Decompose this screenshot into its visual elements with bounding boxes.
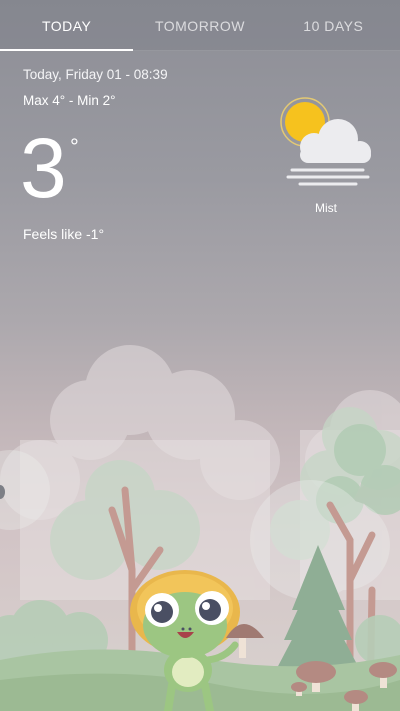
degree-symbol: ° [70, 134, 79, 159]
tab-tomorrow[interactable]: TOMORROW [133, 0, 266, 50]
current-date-time: Today, Friday 01 - 08:39 [23, 67, 168, 82]
current-temperature: 3 [20, 121, 67, 215]
tab-10-days[interactable]: 10 DAYS [267, 0, 400, 50]
feels-like-temperature: Feels like -1° [23, 226, 105, 242]
tab-today[interactable]: TODAY [0, 0, 134, 51]
forest-frog-illustration [0, 345, 400, 711]
forecast-tabs: TODAY TOMORROW 10 DAYS [0, 0, 400, 51]
sun-cloud-mist-icon [280, 97, 371, 186]
weather-condition: Mist [315, 201, 337, 215]
max-min-temperature: Max 4° - Min 2° [23, 93, 116, 108]
